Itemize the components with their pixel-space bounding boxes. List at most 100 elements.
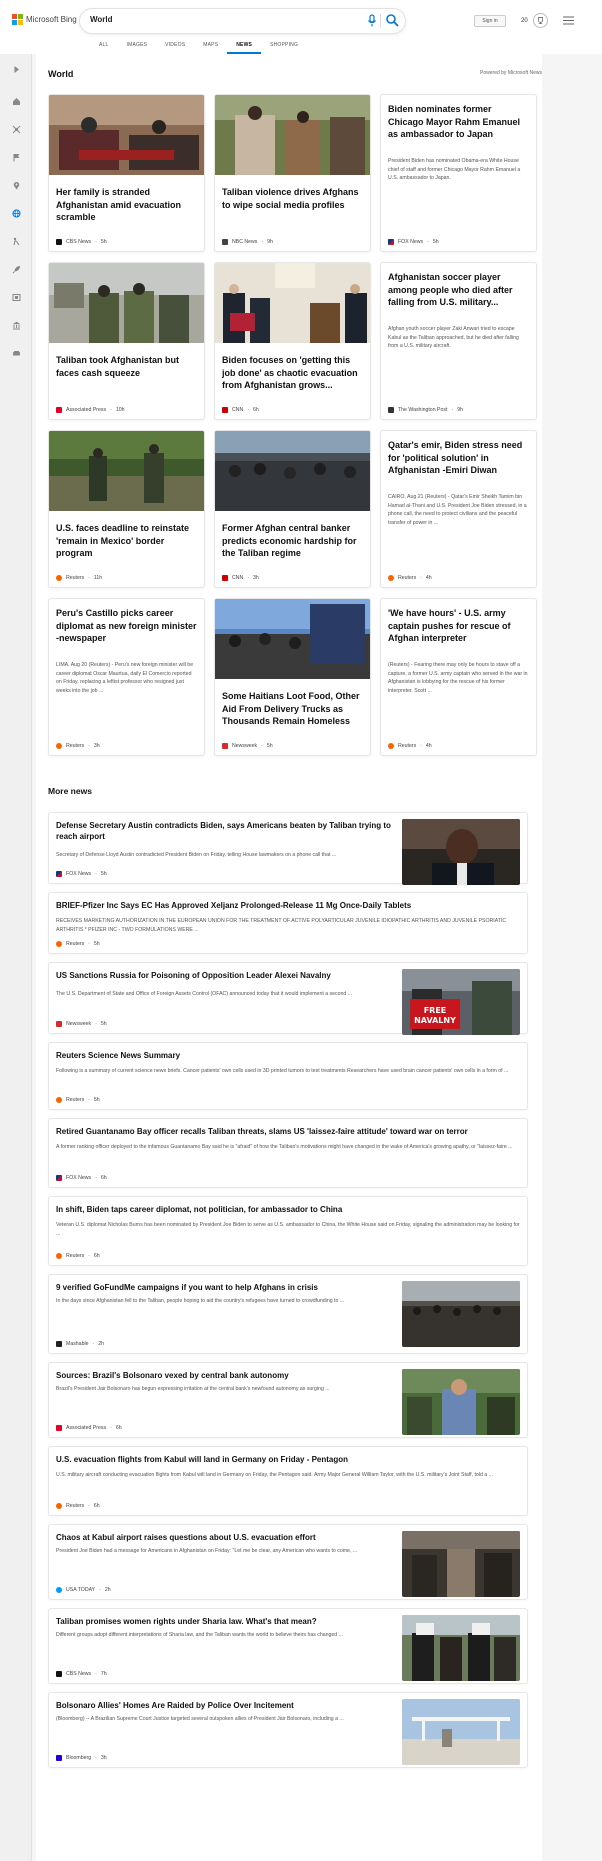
card-source[interactable]: Reuters · 4h: [388, 575, 432, 581]
card-source[interactable]: CNN · 6h: [222, 407, 259, 413]
card-source[interactable]: FOX News · 5h: [388, 239, 439, 245]
news-card[interactable]: U.S. faces deadline to reinstate 'remain…: [48, 430, 205, 588]
powered-by[interactable]: Powered by Microsoft News: [480, 70, 542, 76]
news-card[interactable]: 'We have hours' - U.S. army captain push…: [380, 598, 537, 756]
card-title[interactable]: Biden focuses on 'getting this job done'…: [222, 354, 363, 392]
more-news-item[interactable]: In shift, Biden taps career diplomat, no…: [48, 1196, 528, 1266]
card-source[interactable]: Reuters · 11h: [56, 575, 102, 581]
card-title[interactable]: Peru's Castillo picks career diplomat as…: [56, 607, 197, 645]
card-title[interactable]: U.S. faces deadline to reinstate 'remain…: [56, 522, 197, 560]
location-pin-icon[interactable]: [9, 178, 23, 192]
card-title[interactable]: Biden nominates former Chicago Mayor Rah…: [388, 103, 529, 141]
card-title[interactable]: Qatar's emir, Biden stress need for 'pol…: [388, 439, 529, 477]
rocket-icon[interactable]: [9, 262, 23, 276]
item-source[interactable]: Mashable · 2h: [56, 1341, 104, 1347]
more-news-item[interactable]: BRIEF-Pfizer Inc Says EC Has Approved Xe…: [48, 892, 528, 954]
card-source[interactable]: CNN · 3h: [222, 575, 259, 581]
tab-news[interactable]: NEWS: [227, 41, 262, 54]
news-card[interactable]: Peru's Castillo picks career diplomat as…: [48, 598, 205, 756]
item-source[interactable]: Reuters · 6h: [56, 1253, 100, 1259]
news-card[interactable]: Qatar's emir, Biden stress need for 'pol…: [380, 430, 537, 588]
card-title[interactable]: Taliban took Afghanistan but faces cash …: [56, 354, 197, 379]
news-card[interactable]: Some Haitians Loot Food, Other Aid From …: [214, 598, 371, 756]
news-card[interactable]: Biden nominates former Chicago Mayor Rah…: [380, 94, 537, 252]
item-title[interactable]: Sources: Brazil's Bolsonaro vexed by cen…: [56, 1370, 395, 1381]
item-source[interactable]: Reuters · 6h: [56, 1503, 100, 1509]
card-title[interactable]: Some Haitians Loot Food, Other Aid From …: [222, 690, 363, 728]
item-description: Secretary of Defense Lloyd Austin contra…: [56, 852, 337, 858]
card-title[interactable]: Taliban violence drives Afghans to wipe …: [222, 186, 363, 211]
hamburger-menu-icon[interactable]: [563, 16, 574, 25]
news-card[interactable]: Former Afghan central banker predicts ec…: [214, 430, 371, 588]
card-source[interactable]: NBC News · 9h: [222, 239, 273, 245]
card-source[interactable]: Newsweek · 5h: [222, 743, 273, 749]
more-news-item[interactable]: Taliban promises women rights under Shar…: [48, 1608, 528, 1684]
item-source[interactable]: Associated Press · 6h: [56, 1425, 122, 1431]
tab-shopping[interactable]: SHOPPING: [261, 41, 307, 54]
item-title[interactable]: Bolsonaro Allies' Homes Are Raided by Po…: [56, 1700, 395, 1711]
more-news-item[interactable]: Chaos at Kabul airport raises questions …: [48, 1524, 528, 1600]
rewards-trophy-icon[interactable]: [533, 13, 548, 28]
item-source[interactable]: USA TODAY · 2h: [56, 1587, 111, 1593]
bank-icon[interactable]: [9, 318, 23, 332]
tab-videos[interactable]: VIDEOS: [156, 41, 194, 54]
sign-in-button[interactable]: Sign in: [474, 15, 506, 27]
more-news-item[interactable]: Defense Secretary Austin contradicts Bid…: [48, 812, 528, 885]
science-icon[interactable]: [9, 122, 23, 136]
item-title[interactable]: Retired Guantanamo Bay officer recalls T…: [56, 1126, 520, 1137]
item-title[interactable]: U.S. evacuation flights from Kabul will …: [56, 1454, 520, 1465]
more-news-item[interactable]: Sources: Brazil's Bolsonaro vexed by cen…: [48, 1362, 528, 1438]
more-news-item[interactable]: 9 verified GoFundMe campaigns if you wan…: [48, 1274, 528, 1354]
more-news-item[interactable]: U.S. evacuation flights from Kabul will …: [48, 1446, 528, 1516]
more-news-item[interactable]: Bolsonaro Allies' Homes Are Raided by Po…: [48, 1692, 528, 1768]
flag-icon[interactable]: [9, 150, 23, 164]
item-source[interactable]: Bloomberg · 3h: [56, 1755, 107, 1761]
card-title[interactable]: Her family is stranded Afghanistan amid …: [56, 186, 197, 224]
news-card[interactable]: Her family is stranded Afghanistan amid …: [48, 94, 205, 252]
globe-icon[interactable]: [9, 206, 23, 220]
item-source[interactable]: FOX News · 6h: [56, 1175, 107, 1181]
film-icon[interactable]: [9, 290, 23, 304]
news-card[interactable]: Afghanistan soccer player among people w…: [380, 262, 537, 420]
card-title[interactable]: 'We have hours' - U.S. army captain push…: [388, 607, 529, 645]
expand-sidebar-icon[interactable]: [9, 62, 23, 76]
bing-logo[interactable]: Microsoft Bing: [12, 14, 77, 25]
item-title[interactable]: Taliban promises women rights under Shar…: [56, 1616, 395, 1627]
rewards-count[interactable]: 20: [521, 18, 528, 24]
item-source[interactable]: Reuters · 5h: [56, 941, 100, 947]
search-icon[interactable]: [385, 13, 399, 27]
search-box[interactable]: World: [80, 9, 405, 33]
tab-images[interactable]: IMAGES: [118, 41, 157, 54]
item-title[interactable]: Reuters Science News Summary: [56, 1050, 520, 1061]
item-title[interactable]: 9 verified GoFundMe campaigns if you wan…: [56, 1282, 395, 1293]
card-source[interactable]: Reuters · 4h: [388, 743, 432, 749]
card-title[interactable]: Afghanistan soccer player among people w…: [388, 271, 529, 309]
news-card[interactable]: Biden focuses on 'getting this job done'…: [214, 262, 371, 420]
item-source[interactable]: Newsweek · 5h: [56, 1021, 107, 1027]
item-title[interactable]: Defense Secretary Austin contradicts Bid…: [56, 820, 395, 842]
item-title[interactable]: BRIEF-Pfizer Inc Says EC Has Approved Xe…: [56, 900, 520, 911]
item-source[interactable]: FOX News · 5h: [56, 871, 107, 877]
card-source[interactable]: Associated Press · 10h: [56, 407, 124, 413]
card-source[interactable]: Reuters · 3h: [56, 743, 100, 749]
card-source[interactable]: The Washington Post · 9h: [388, 407, 463, 413]
search-input[interactable]: World: [90, 15, 113, 24]
car-icon[interactable]: [9, 346, 23, 360]
news-card[interactable]: Taliban took Afghanistan but faces cash …: [48, 262, 205, 420]
more-news-item[interactable]: Reuters Science News Summary Following i…: [48, 1042, 528, 1110]
item-title[interactable]: Chaos at Kabul airport raises questions …: [56, 1532, 395, 1543]
microphone-icon[interactable]: [367, 14, 377, 28]
item-source[interactable]: Reuters · 5h: [56, 1097, 100, 1103]
news-card[interactable]: Taliban violence drives Afghans to wipe …: [214, 94, 371, 252]
item-title[interactable]: US Sanctions Russia for Poisoning of Opp…: [56, 970, 395, 981]
tab-all[interactable]: ALL: [90, 41, 118, 54]
card-source[interactable]: CBS News · 5h: [56, 239, 107, 245]
more-news-item[interactable]: US Sanctions Russia for Poisoning of Opp…: [48, 962, 528, 1035]
home-icon[interactable]: [9, 94, 23, 108]
more-news-item[interactable]: Retired Guantanamo Bay officer recalls T…: [48, 1118, 528, 1188]
sports-icon[interactable]: [9, 234, 23, 248]
item-title[interactable]: In shift, Biden taps career diplomat, no…: [56, 1204, 520, 1215]
card-title[interactable]: Former Afghan central banker predicts ec…: [222, 522, 363, 560]
item-source[interactable]: CBS News · 7h: [56, 1671, 107, 1677]
tab-maps[interactable]: MAPS: [194, 41, 227, 54]
